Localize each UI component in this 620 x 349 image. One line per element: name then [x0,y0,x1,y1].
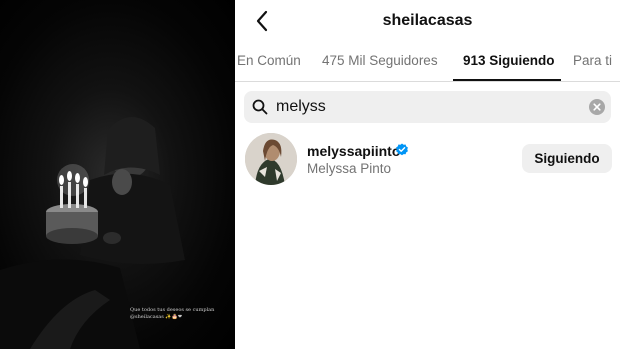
tab-para-ti[interactable]: Para ti [573,53,612,68]
clear-icon[interactable] [589,99,605,115]
birthday-photo-illustration [0,116,185,349]
avatar[interactable] [245,133,297,185]
close-icon [593,103,601,111]
following-button[interactable]: Siguiendo [522,144,612,173]
top-bar: sheilacasas [235,0,620,42]
caption-line-1: Que todos tus deseos se cumplan [130,307,215,313]
search-input[interactable] [276,98,576,116]
tab-seguidores[interactable]: 475 Mil Seguidores [322,53,438,68]
story-photo: Que todos tus deseos se cumplan @sheilac… [0,0,235,349]
story-caption: Que todos tus deseos se cumplan @sheilac… [130,307,225,321]
list-item[interactable]: melyssapiinto Melyssa Pinto Siguiendo [235,130,620,190]
caption-line-2: @sheilacasas ✨🎂❤ [130,314,183,320]
result-full-name: Melyssa Pinto [307,161,392,176]
profile-username: sheilacasas [382,12,473,29]
search-bar [244,91,611,123]
tab-en-comun[interactable]: En Común [237,53,301,68]
active-tab-indicator [453,79,561,81]
search-icon [252,99,268,115]
verified-badge-icon [396,143,408,156]
tab-siguiendo[interactable]: 913 Siguiendo [463,53,555,68]
profile-photo [245,133,297,185]
tab-bar: En Común 475 Mil Seguidores 913 Siguiend… [235,46,620,82]
following-screen: sheilacasas En Común 475 Mil Seguidores … [235,0,620,349]
result-username[interactable]: melyssapiinto [307,143,400,159]
